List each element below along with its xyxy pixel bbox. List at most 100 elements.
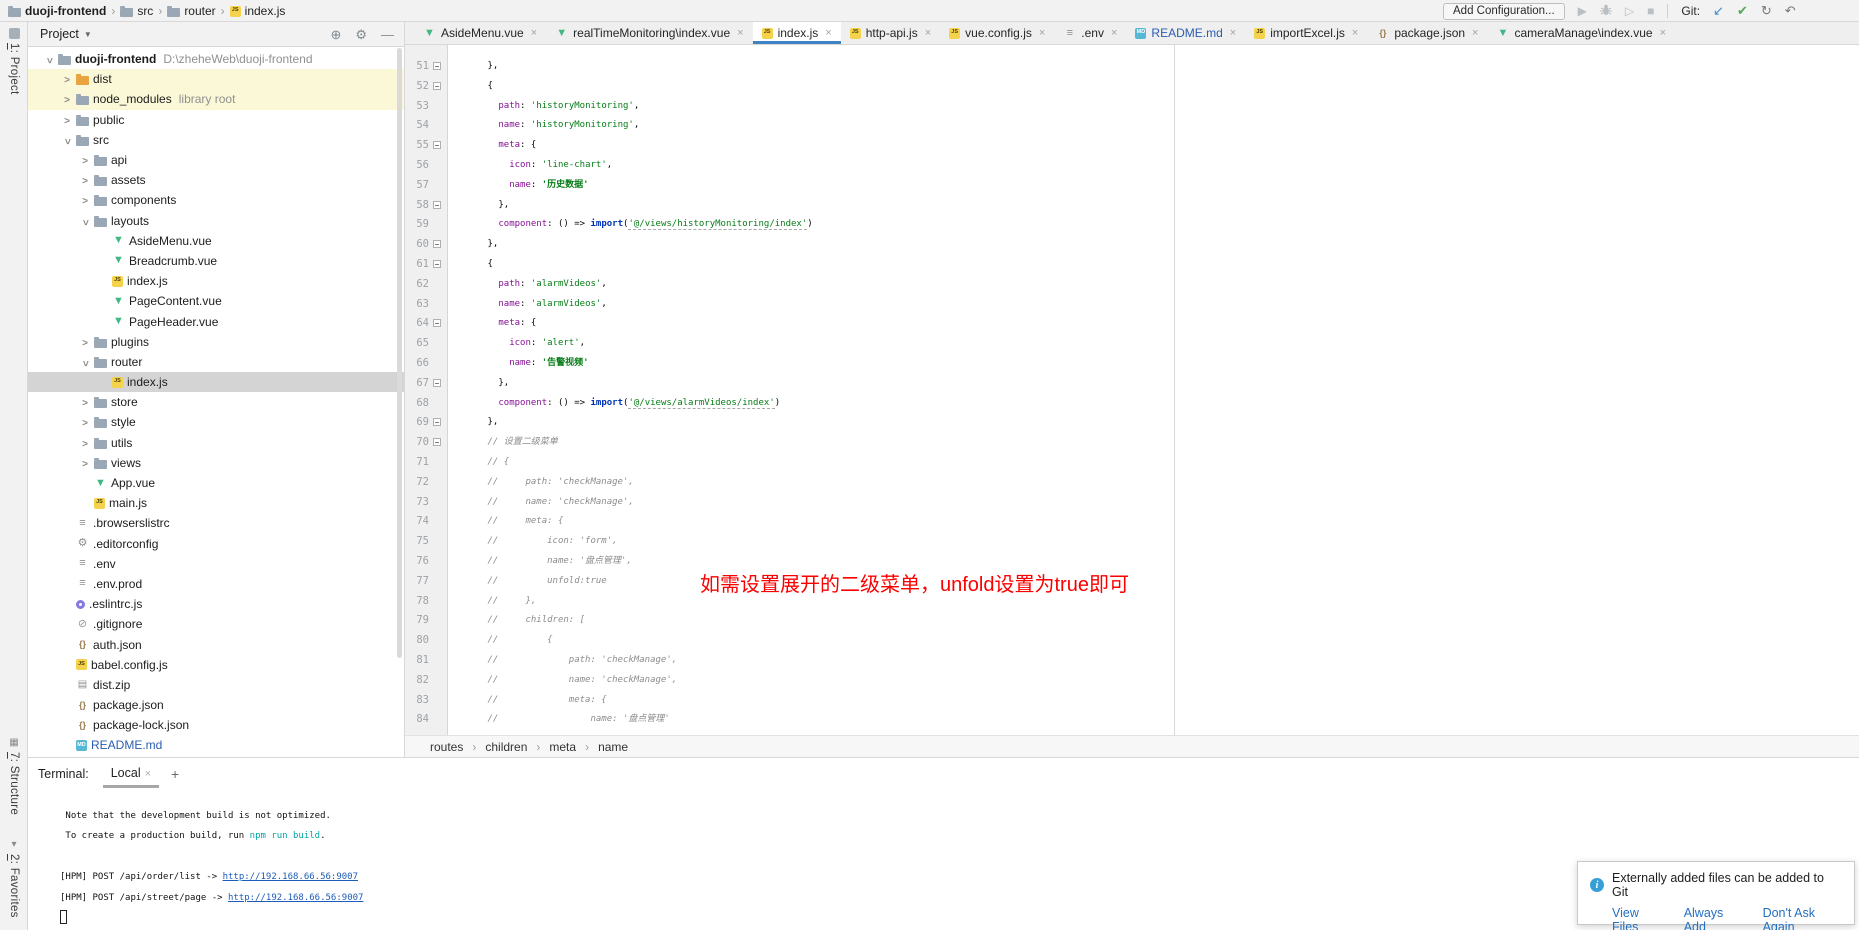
line-number[interactable]: 64 [405, 314, 429, 334]
code-line-54[interactable]: 54 name: 'historyMonitoring', [405, 116, 1859, 136]
tree-item-.editorconfig[interactable]: ⚙.editorconfig [28, 534, 404, 554]
chevron-collapsed-icon[interactable]: > [82, 418, 88, 429]
chevron-expanded-icon[interactable]: > [44, 58, 55, 64]
code-line-58[interactable]: 58 }, [405, 196, 1859, 216]
line-number[interactable]: 68 [405, 394, 429, 414]
chevron-collapsed-icon[interactable]: > [82, 439, 88, 450]
git-rollback-icon[interactable]: ↶ [1785, 3, 1796, 19]
line-number[interactable]: 55 [405, 136, 429, 156]
tree-item-.browserslistrc[interactable]: ≡.browserslistrc [28, 513, 404, 533]
toolwindow-project-button[interactable]: 1: Project [0, 28, 28, 95]
code-line-79[interactable]: 79 // children: [ [405, 611, 1859, 631]
project-header-title[interactable]: Project [40, 27, 79, 41]
fold-marker-icon[interactable] [433, 82, 441, 90]
line-number[interactable]: 53 [405, 97, 429, 117]
line-number[interactable]: 54 [405, 116, 429, 136]
tree-item-utils[interactable]: >utils [28, 433, 404, 453]
line-number[interactable]: 61 [405, 255, 429, 275]
toolwindow-favorites-button[interactable]: ▾ 2: Favorites [0, 840, 28, 918]
tree-item-Breadcrumb.vue[interactable]: ▼Breadcrumb.vue [28, 251, 404, 271]
tree-item-.env[interactable]: ≡.env [28, 554, 404, 574]
git-commit-icon[interactable]: ✔ [1737, 3, 1748, 19]
debug-icon[interactable] [1600, 4, 1612, 18]
line-number[interactable]: 71 [405, 453, 429, 473]
code-line-55[interactable]: 55 meta: { [405, 136, 1859, 156]
chevron-collapsed-icon[interactable]: > [82, 398, 88, 409]
code-line-76[interactable]: 76 // name: '盘点管理', [405, 552, 1859, 572]
line-number[interactable]: 78 [405, 592, 429, 612]
code-editor[interactable]: 51 },52 {53 path: 'historyMonitoring',54… [405, 45, 1859, 735]
toolwindow-structure-button[interactable]: ▦ 7: Structure [0, 738, 28, 815]
fold-marker-icon[interactable] [433, 201, 441, 209]
line-number[interactable]: 52 [405, 77, 429, 97]
close-icon[interactable]: × [145, 768, 151, 780]
tree-item-PageContent.vue[interactable]: ▼PageContent.vue [28, 291, 404, 311]
breadcrumb-item-duoji-frontend[interactable]: duoji-frontend [8, 4, 106, 18]
code-line-78[interactable]: 78 // }, [405, 592, 1859, 612]
tree-item-.eslintrc.js[interactable]: .eslintrc.js [28, 594, 404, 614]
chevron-expanded-icon[interactable]: > [80, 360, 91, 366]
tree-item-plugins[interactable]: >plugins [28, 332, 404, 352]
line-number[interactable]: 70 [405, 433, 429, 453]
close-icon[interactable]: × [737, 27, 743, 39]
fold-marker-icon[interactable] [433, 319, 441, 327]
run-with-coverage-icon[interactable]: ▷ [1625, 5, 1634, 17]
tree-item-components[interactable]: >components [28, 190, 404, 210]
tab-importExcel.js[interactable]: JSimportExcel.js× [1245, 22, 1367, 44]
tree-item-layouts[interactable]: >layouts [28, 211, 404, 231]
code-line-59[interactable]: 59 component: () => import('@/views/hist… [405, 215, 1859, 235]
tree-item-node_modules[interactable]: >node_moduleslibrary root [28, 89, 404, 109]
tree-item-duoji-frontend[interactable]: >duoji-frontendD:\zheheWeb\duoji-fronten… [28, 49, 404, 69]
code-line-73[interactable]: 73 // name: 'checkManage', [405, 493, 1859, 513]
code-line-72[interactable]: 72 // path: 'checkManage', [405, 473, 1859, 493]
tree-item-assets[interactable]: >assets [28, 170, 404, 190]
line-number[interactable]: 51 [405, 57, 429, 77]
tree-item-style[interactable]: >style [28, 412, 404, 432]
terminal-tab-local[interactable]: Local× [103, 758, 159, 790]
close-icon[interactable]: × [1039, 27, 1045, 39]
tree-item-package.json[interactable]: {}package.json [28, 695, 404, 715]
chevron-collapsed-icon[interactable]: > [64, 95, 70, 106]
code-line-80[interactable]: 80 // { [405, 631, 1859, 651]
tree-item-index.js[interactable]: JSindex.js [28, 271, 404, 291]
line-number[interactable]: 79 [405, 611, 429, 631]
git-update-project-icon[interactable]: ↙ [1713, 3, 1724, 19]
line-number[interactable]: 81 [405, 651, 429, 671]
code-line-74[interactable]: 74 // meta: { [405, 512, 1859, 532]
line-number[interactable]: 62 [405, 275, 429, 295]
fold-marker-icon[interactable] [433, 141, 441, 149]
code-line-61[interactable]: 61 { [405, 255, 1859, 275]
tree-item-public[interactable]: >public [28, 110, 404, 130]
line-number[interactable]: 82 [405, 671, 429, 691]
tab-README.md[interactable]: MDREADME.md× [1126, 22, 1245, 44]
line-number[interactable]: 76 [405, 552, 429, 572]
notification-action-View-Files[interactable]: View Files [1612, 906, 1664, 930]
locate-file-icon[interactable]: ⊕ [330, 28, 341, 41]
line-number[interactable]: 59 [405, 215, 429, 235]
editor-breadcrumb-meta[interactable]: meta [549, 740, 576, 754]
chevron-expanded-icon[interactable]: > [80, 219, 91, 225]
gear-icon[interactable]: ⚙ [355, 28, 367, 41]
code-line-84[interactable]: 84 // name: '盘点管理' [405, 710, 1859, 730]
chevron-expanded-icon[interactable]: > [62, 138, 73, 144]
code-line-51[interactable]: 51 }, [405, 57, 1859, 77]
line-number[interactable]: 57 [405, 176, 429, 196]
code-line-69[interactable]: 69 }, [405, 413, 1859, 433]
tab-package.json[interactable]: {}package.json× [1367, 22, 1487, 44]
editor-breadcrumb-name[interactable]: name [598, 740, 628, 754]
breadcrumb-item-router[interactable]: router [167, 4, 215, 18]
tree-item-README.md[interactable]: MDREADME.md [28, 735, 404, 755]
line-number[interactable]: 66 [405, 354, 429, 374]
terminal-link[interactable]: http://192.168.66.56:9007 [228, 893, 363, 903]
close-icon[interactable]: × [531, 27, 537, 39]
chevron-collapsed-icon[interactable]: > [64, 116, 70, 127]
tree-item-.env.prod[interactable]: ≡.env.prod [28, 574, 404, 594]
code-line-65[interactable]: 65 icon: 'alert', [405, 334, 1859, 354]
tab-AsideMenu.vue[interactable]: ▼AsideMenu.vue× [414, 22, 546, 44]
close-icon[interactable]: × [1660, 27, 1666, 39]
code-line-53[interactable]: 53 path: 'historyMonitoring', [405, 97, 1859, 117]
code-line-52[interactable]: 52 { [405, 77, 1859, 97]
code-line-81[interactable]: 81 // path: 'checkManage', [405, 651, 1859, 671]
tab-index.js[interactable]: JSindex.js× [753, 22, 841, 44]
tree-item-auth.json[interactable]: {}auth.json [28, 634, 404, 654]
